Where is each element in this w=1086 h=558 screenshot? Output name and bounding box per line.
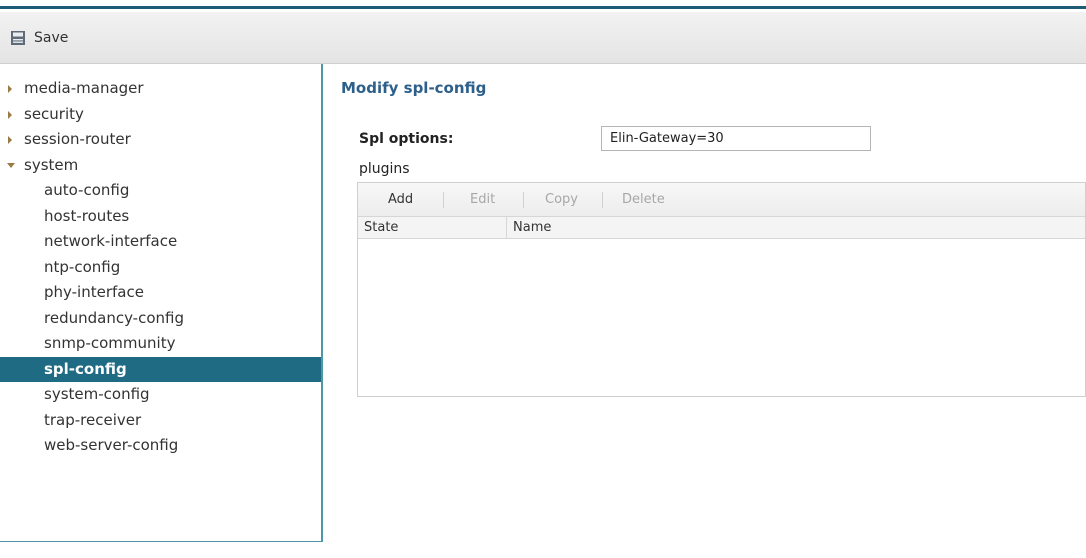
- expand-caret-icon[interactable]: [8, 110, 12, 119]
- save-button[interactable]: Save: [10, 28, 68, 48]
- navigation-tree: media-manager security session-router sy…: [0, 76, 321, 459]
- tree-item-label: host-routes: [44, 206, 130, 225]
- grid-header: State Name: [358, 217, 1085, 239]
- save-icon: [11, 31, 25, 45]
- tree-item-label: network-interface: [44, 232, 178, 250]
- toolbar-divider: [523, 192, 524, 208]
- tree-item-label: spl-config: [44, 359, 127, 378]
- tree-item-network-interface[interactable]: network-interface: [0, 229, 321, 255]
- collapse-caret-icon[interactable]: [7, 162, 15, 168]
- tree-item-label: phy-interface: [44, 283, 144, 301]
- top-accent-bar: [0, 0, 1086, 9]
- edit-button[interactable]: Edit: [470, 192, 495, 207]
- tree-item-ntp-config[interactable]: ntp-config: [0, 255, 321, 281]
- tree-item-label: trap-receiver: [44, 410, 142, 429]
- tree-item-label: security: [24, 104, 84, 123]
- plugins-grid: Add Edit Copy Delete State Name: [357, 182, 1086, 397]
- expand-caret-icon[interactable]: [8, 85, 12, 93]
- plugins-label: plugins: [359, 161, 410, 177]
- tree-item-host-routes[interactable]: host-routes: [0, 204, 321, 230]
- tree-item-redundancy-config[interactable]: redundancy-config: [0, 306, 321, 332]
- tree-item-label: snmp-community: [44, 334, 176, 352]
- tree-item-spl-config[interactable]: spl-config: [0, 356, 321, 382]
- tree-item-label: ntp-config: [44, 257, 121, 276]
- save-button-label: Save: [34, 30, 69, 46]
- tree-item-label: system-config: [44, 385, 150, 403]
- column-header-state[interactable]: State: [364, 220, 398, 235]
- toolbar-divider: [443, 192, 444, 208]
- tree-item-trap-receiver[interactable]: trap-receiver: [0, 408, 321, 434]
- delete-button[interactable]: Delete: [622, 192, 665, 207]
- expand-caret-icon[interactable]: [8, 136, 12, 144]
- add-button[interactable]: Add: [388, 192, 413, 207]
- tree-item-label: auto-config: [44, 181, 130, 199]
- tree-item-web-server-config[interactable]: web-server-config: [0, 433, 321, 459]
- tree-item-snmp-community[interactable]: snmp-community: [0, 331, 321, 357]
- tree-item-label: system: [24, 155, 79, 174]
- column-divider[interactable]: [506, 217, 507, 239]
- tree-item-label: session-router: [24, 130, 131, 148]
- tree-item-session-router[interactable]: session-router: [0, 127, 321, 153]
- spl-options-label: Spl options:: [359, 131, 454, 147]
- grid-body: [358, 239, 1085, 395]
- page-title: Modify spl-config: [341, 79, 487, 97]
- tree-item-system[interactable]: system: [0, 153, 321, 179]
- copy-button[interactable]: Copy: [545, 192, 578, 207]
- tree-item-label: media-manager: [24, 79, 144, 97]
- column-header-name[interactable]: Name: [513, 220, 551, 235]
- toolbar-divider: [602, 192, 603, 208]
- tree-item-security[interactable]: security: [0, 102, 321, 128]
- top-toolbar: Save: [0, 12, 1086, 64]
- main-content: Modify spl-config Spl options: plugins A…: [325, 64, 1086, 542]
- tree-item-label: web-server-config: [44, 436, 179, 454]
- grid-toolbar: Add Edit Copy Delete: [358, 183, 1085, 217]
- tree-item-system-config[interactable]: system-config: [0, 382, 321, 408]
- tree-item-phy-interface[interactable]: phy-interface: [0, 280, 321, 306]
- tree-item-label: redundancy-config: [44, 308, 184, 327]
- tree-item-auto-config[interactable]: auto-config: [0, 178, 321, 204]
- spl-options-input[interactable]: [601, 126, 871, 151]
- navigation-tree-panel: media-manager security session-router sy…: [0, 64, 323, 542]
- tree-item-media-manager[interactable]: media-manager: [0, 76, 321, 102]
